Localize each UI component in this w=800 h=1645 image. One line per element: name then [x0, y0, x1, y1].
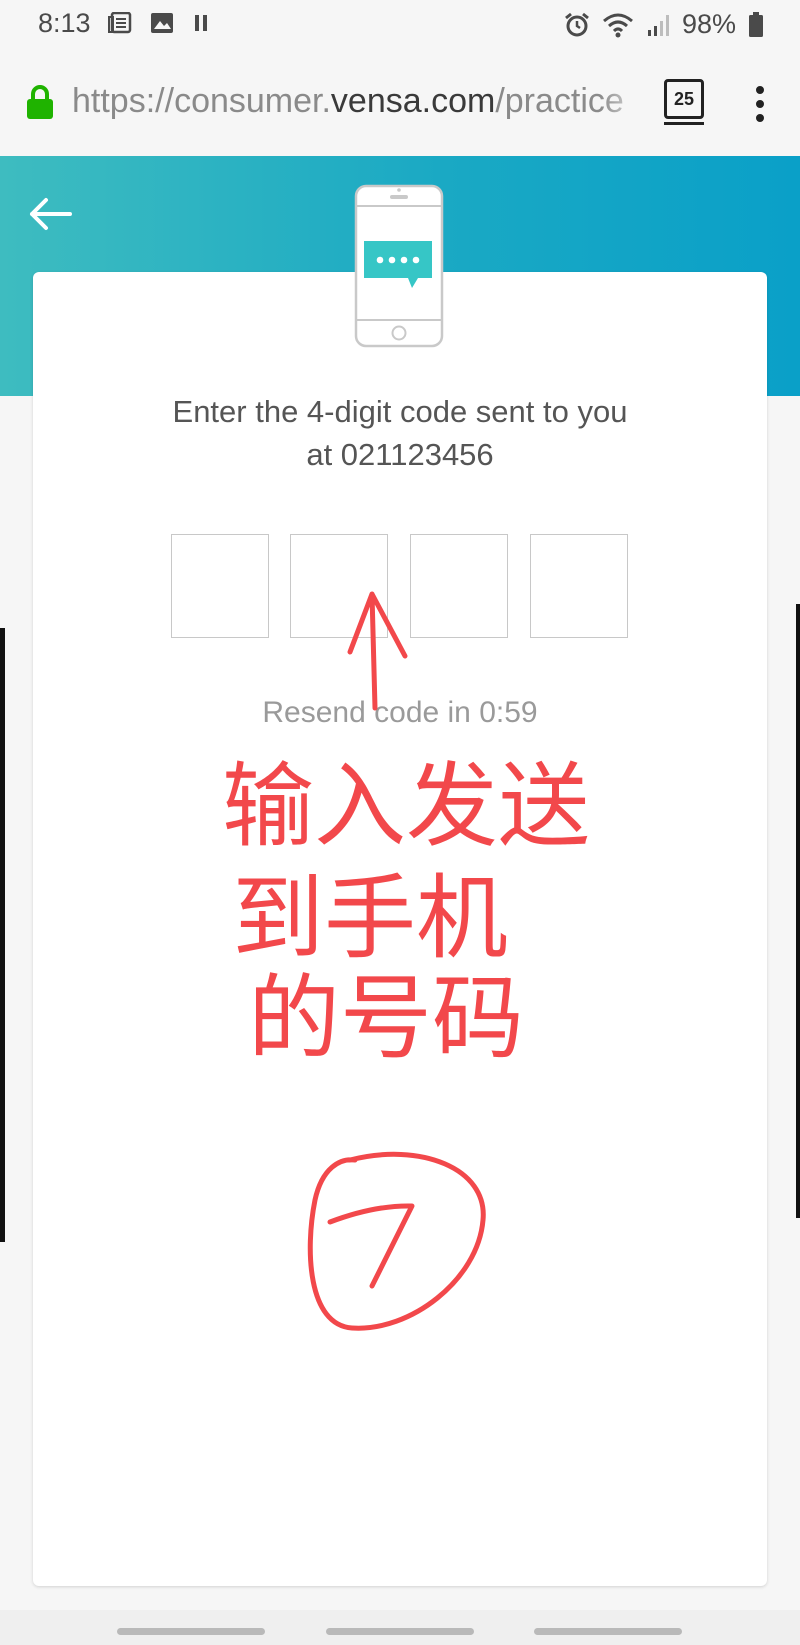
phone-message-icon [354, 184, 444, 348]
tab-switcher-underline [664, 122, 704, 125]
url-scheme: https:// [72, 82, 175, 120]
left-edge-bar [0, 628, 5, 1242]
lock-icon[interactable] [24, 84, 56, 120]
image-icon [151, 13, 173, 33]
more-menu-icon[interactable] [752, 86, 768, 126]
right-edge-bar [796, 604, 800, 1218]
tab-switcher-button[interactable]: 25 [664, 79, 704, 119]
code-digit-2-input[interactable] [290, 534, 388, 638]
code-digit-3-input[interactable] [410, 534, 508, 638]
status-bar: 8:13 98% [0, 0, 800, 48]
signal-icon [647, 14, 669, 36]
nav-back-pill[interactable] [534, 1628, 682, 1635]
url-fade [600, 78, 650, 126]
alarm-icon [565, 12, 589, 36]
back-arrow-icon[interactable] [26, 196, 76, 232]
url-field[interactable]: https://consumer.vensa.com/practice [72, 82, 642, 121]
status-time: 8:13 [38, 8, 91, 38]
code-digit-4-input[interactable] [530, 534, 628, 638]
browser-url-bar: https://consumer.vensa.com/practice 25 [0, 48, 800, 156]
wifi-icon [602, 13, 633, 37]
status-notification-icons [108, 12, 210, 34]
battery-icon [749, 11, 763, 37]
status-system-icons: 98% [564, 9, 764, 40]
url-host: vensa.com [330, 82, 496, 120]
nav-recent-pill[interactable] [117, 1628, 265, 1635]
pause-icon [195, 15, 207, 31]
instruction-line-2: at 021123456 [306, 437, 494, 472]
nav-home-pill[interactable] [326, 1628, 474, 1635]
battery-level: 98% [681, 9, 736, 39]
news-icon [108, 12, 132, 34]
instruction-line-1: Enter the 4-digit code sent to you [172, 394, 628, 429]
code-digit-1-input[interactable] [171, 534, 269, 638]
instruction-text: Enter the 4-digit code sent to you at 02… [33, 390, 767, 476]
url-subdomain: consumer. [174, 82, 331, 120]
resend-code-countdown: Resend code in 0:59 [262, 696, 538, 729]
